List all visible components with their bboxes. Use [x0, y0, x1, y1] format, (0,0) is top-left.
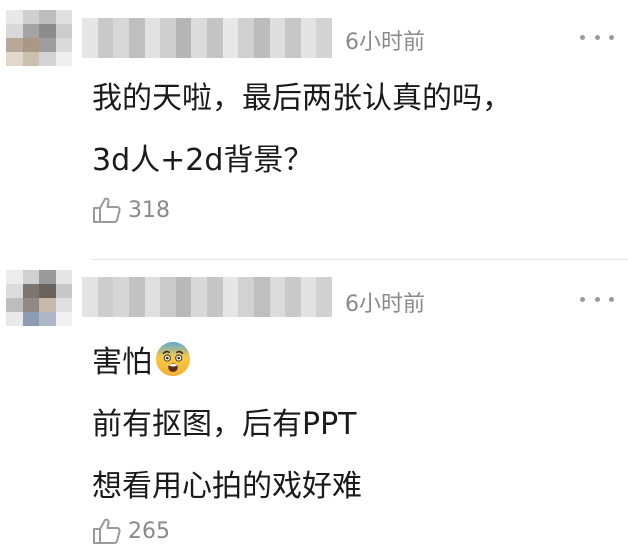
avatar-pixel [22, 270, 39, 284]
comment-line: 害怕 [92, 345, 152, 380]
like-button[interactable]: 318 [92, 194, 170, 226]
avatar-pixel [6, 52, 23, 66]
comment-timestamp: 6小时前 [345, 292, 425, 317]
username-pixel [285, 277, 301, 317]
username-pixel [222, 18, 239, 58]
username-pixel [238, 18, 254, 58]
like-button[interactable]: 265 [92, 515, 170, 547]
avatar-pixel [6, 284, 23, 298]
comment-line: 我的天啦，最后两张认真的吗， [92, 81, 512, 116]
avatar-pixel [39, 270, 56, 284]
username-blurred[interactable] [82, 277, 332, 317]
avatar-pixel [39, 52, 56, 66]
username-pixel [175, 277, 192, 317]
username-pixel [160, 18, 176, 58]
avatar-pixel [6, 24, 23, 38]
avatar-pixel [39, 24, 56, 38]
avatar-pixel [39, 298, 56, 312]
thumbs-up-icon [93, 197, 121, 223]
avatar-pixel [22, 284, 39, 298]
avatar-pixel [22, 24, 39, 38]
username-pixel [269, 277, 286, 317]
avatar-pixel [22, 298, 39, 312]
username-pixel [82, 18, 98, 58]
username-pixel [238, 277, 254, 317]
comment-line: 前有抠图，后有PPT [92, 407, 357, 442]
username-pixel [128, 277, 145, 317]
avatar-pixel [6, 270, 23, 284]
username-pixel [269, 18, 286, 58]
comment-divider [92, 259, 628, 260]
avatar-pixel [55, 298, 72, 312]
like-count: 265 [128, 518, 170, 544]
username-pixel [82, 277, 98, 317]
username-pixel [285, 18, 301, 58]
username-pixel [316, 277, 332, 317]
comment-line: 3d人+2d背景？ [92, 143, 314, 178]
username-pixel [160, 277, 176, 317]
username-pixel [207, 18, 223, 58]
avatar-pixel [22, 312, 39, 326]
more-options-icon[interactable] [580, 295, 614, 303]
avatar[interactable] [6, 10, 72, 66]
avatar-pixel [22, 10, 39, 24]
username-pixel [222, 277, 239, 317]
anxious-face-emoji-icon [155, 341, 191, 377]
avatar-pixel [55, 52, 72, 66]
username-pixel [191, 18, 207, 58]
username-pixel [144, 277, 161, 317]
comment-text: 害怕 前有抠图，后有PPT 想看用心拍的戏好难 [92, 332, 608, 518]
username-pixel [113, 18, 129, 58]
avatar-pixel [6, 312, 23, 326]
avatar-pixel [6, 10, 23, 24]
comment-item: 6小时前 我的天啦，最后两张认真的吗， 3d人+2d背景？ 318 [0, 0, 628, 258]
comment-item: 6小时前 害怕 前有抠图，后有PPT 想看用心拍的戏好难 265 [0, 262, 628, 559]
username-pixel [253, 18, 270, 58]
avatar-pixel [22, 52, 39, 66]
username-pixel [207, 277, 223, 317]
username-pixel [144, 18, 161, 58]
thumbs-up-icon [93, 518, 121, 544]
username-pixel [300, 18, 317, 58]
username-pixel [300, 277, 317, 317]
avatar-pixel [6, 38, 23, 52]
avatar-pixel [55, 312, 72, 326]
username-pixel [175, 18, 192, 58]
avatar-pixel [55, 10, 72, 24]
comment-line: 想看用心拍的戏好难 [92, 469, 362, 504]
username-pixel [191, 277, 207, 317]
avatar-pixel [39, 284, 56, 298]
avatar[interactable] [6, 270, 72, 326]
more-options-icon[interactable] [580, 33, 614, 41]
avatar-pixel [39, 312, 56, 326]
avatar-pixel [39, 10, 56, 24]
username-pixel [113, 277, 129, 317]
avatar-pixel [55, 24, 72, 38]
avatar-pixel [55, 270, 72, 284]
avatar-pixel [55, 38, 72, 52]
comment-line-with-emoji: 害怕 [92, 332, 608, 394]
username-pixel [97, 18, 114, 58]
like-count: 318 [128, 197, 170, 223]
username-pixel [97, 277, 114, 317]
comment-text: 我的天啦，最后两张认真的吗， 3d人+2d背景？ [92, 68, 608, 192]
username-blurred[interactable] [82, 18, 332, 58]
avatar-pixel [6, 298, 23, 312]
username-pixel [253, 277, 270, 317]
username-pixel [128, 18, 145, 58]
comment-timestamp: 6小时前 [345, 30, 425, 55]
avatar-pixel [55, 284, 72, 298]
avatar-pixel [39, 38, 56, 52]
username-pixel [316, 18, 332, 58]
avatar-pixel [22, 38, 39, 52]
